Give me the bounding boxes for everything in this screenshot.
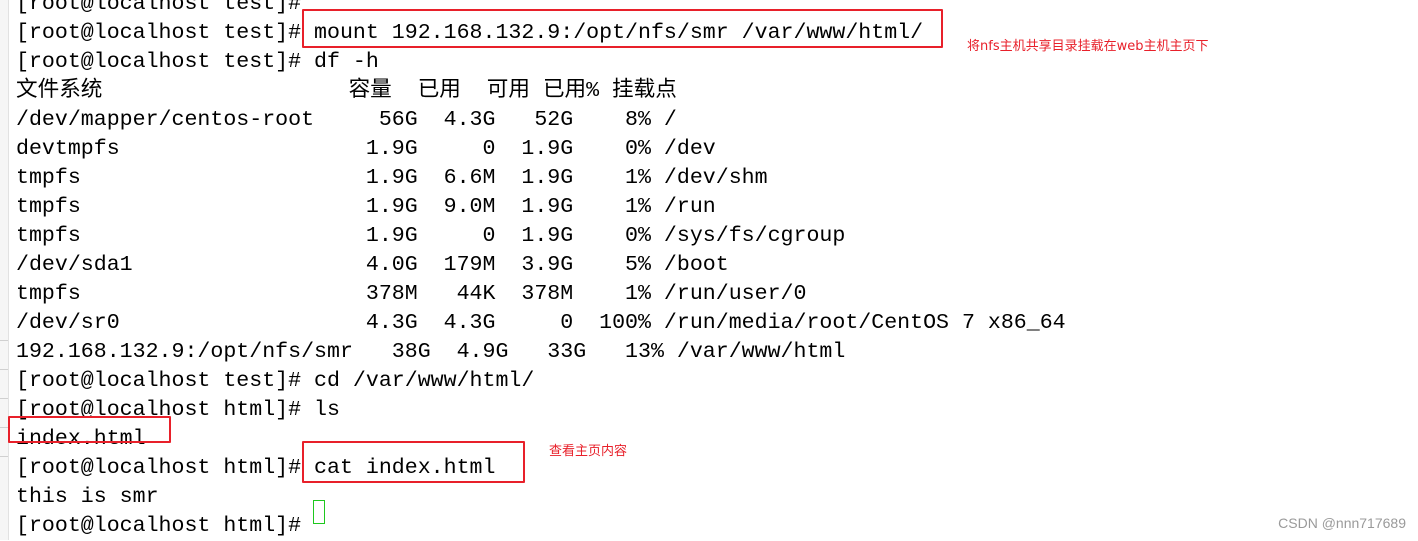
annotation-cat-note: 查看主页内容 <box>549 444 628 459</box>
df-row: /dev/mapper/centos-root 56G 4.3G 52G 8% … <box>16 108 677 132</box>
watermark: CSDN @nnn717689 <box>1278 515 1406 531</box>
terminal-line-df-command: [root@localhost test]# df -h <box>16 50 379 74</box>
ls-output: index.html <box>16 427 146 451</box>
terminal-prompt[interactable]: [root@localhost html]# <box>16 512 1066 541</box>
df-row: tmpfs 1.9G 9.0M 1.9G 1% /run <box>16 195 716 219</box>
gutter-mark <box>0 398 8 399</box>
df-row: tmpfs 1.9G 0 1.9G 0% /sys/fs/cgroup <box>16 224 846 248</box>
df-header-row: 文件系统 容量 已用 可用 已用% 挂载点 <box>16 79 677 103</box>
terminal-line-cat-command: [root@localhost html]# cat index.html <box>16 456 496 480</box>
df-row: tmpfs 378M 44K 378M 1% /run/user/0 <box>16 282 807 306</box>
highlight-box-index <box>8 416 171 443</box>
df-row: devtmpfs 1.9G 0 1.9G 0% /dev <box>16 137 716 161</box>
terminal-line-cd-command: [root@localhost test]# cd /var/www/html/ <box>16 369 535 393</box>
gutter-mark <box>0 340 8 341</box>
cat-output: this is smr <box>16 485 159 509</box>
left-gutter <box>0 0 9 540</box>
terminal-line-ls-command: [root@localhost html]# ls <box>16 398 340 422</box>
annotation-mount-note: 将nfs主机共享目录挂载在web主机主页下 <box>967 39 1209 54</box>
df-row: tmpfs 1.9G 6.6M 1.9G 1% /dev/shm <box>16 166 768 190</box>
df-row: /dev/sr0 4.3G 4.3G 0 100% /run/media/roo… <box>16 311 1066 335</box>
terminal-cursor <box>313 500 325 524</box>
df-row-nfs: 192.168.132.9:/opt/nfs/smr 38G 4.9G 33G … <box>16 340 846 364</box>
gutter-mark <box>0 427 8 428</box>
df-row: /dev/sda1 4.0G 179M 3.9G 5% /boot <box>16 253 729 277</box>
highlight-box-cat <box>302 441 525 483</box>
gutter-mark <box>0 369 8 370</box>
terminal-output[interactable]: [root@localhost test]# [root@localhost t… <box>16 0 1066 541</box>
gutter-mark <box>0 456 8 457</box>
highlight-box-mount <box>302 9 943 48</box>
